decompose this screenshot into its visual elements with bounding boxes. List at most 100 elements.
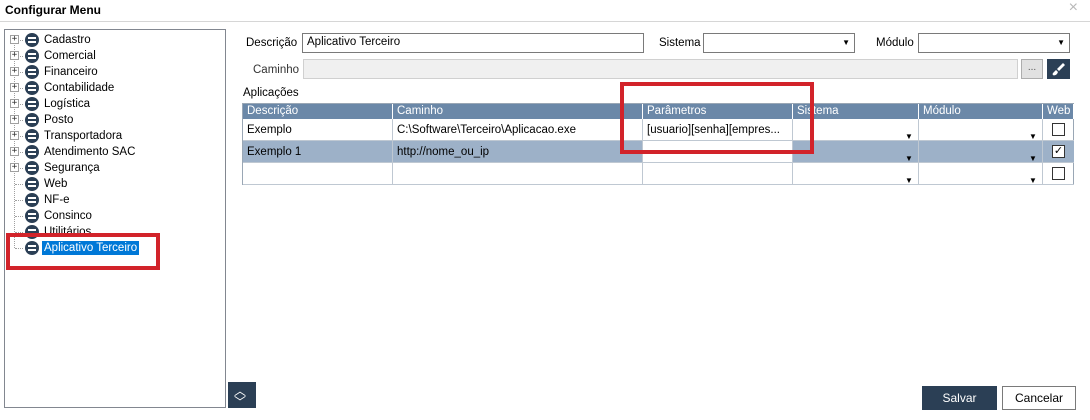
chevron-down-icon: ▼	[842, 38, 850, 47]
tree-item-financeiro[interactable]: + Financeiro	[5, 64, 223, 80]
tree-item-posto[interactable]: + Posto	[5, 112, 223, 128]
modulo-label: Módulo	[876, 37, 914, 49]
web-checkbox[interactable]: ✓	[1052, 145, 1065, 158]
cell-modulo[interactable]: ▼	[919, 163, 1043, 185]
cell-descricao[interactable]	[243, 163, 393, 185]
tree-connector-line	[15, 216, 23, 217]
chevron-down-icon: ﹀	[234, 395, 247, 409]
sistema-label: Sistema	[659, 37, 701, 49]
tree-connector-line	[15, 184, 23, 185]
cell-web[interactable]: ✓	[1043, 141, 1074, 163]
web-checkbox[interactable]	[1052, 123, 1065, 136]
title-separator	[0, 21, 1090, 22]
chevron-down-icon: ▼	[905, 176, 913, 185]
menu-node-icon	[25, 65, 39, 79]
column-header-caminho[interactable]: Caminho	[393, 104, 643, 119]
tree-item-label: Contabilidade	[44, 82, 115, 94]
expand-icon[interactable]: +	[10, 163, 19, 172]
cell-descricao[interactable]: Exemplo	[243, 119, 393, 141]
tree-item-consinco[interactable]: Consinco	[5, 208, 223, 224]
column-header-descricao[interactable]: Descrição	[243, 104, 393, 119]
expand-icon[interactable]: +	[10, 147, 19, 156]
expand-icon[interactable]: +	[10, 35, 19, 44]
tree-item-label: NF-e	[44, 194, 70, 206]
collapse-toggle-button[interactable]: ︿ ﹀	[228, 382, 256, 409]
expand-icon[interactable]: +	[10, 67, 19, 76]
menu-node-icon	[25, 209, 39, 223]
expand-icon[interactable]: +	[10, 115, 19, 124]
window-title: Configurar Menu	[5, 3, 101, 17]
chevron-down-icon: ▼	[905, 132, 913, 141]
tree-item-atendimento-sac[interactable]: + Atendimento SAC	[5, 144, 223, 160]
menu-tree[interactable]: + Cadastro + Comercial + Financeiro + Contabili…	[4, 29, 226, 408]
chevron-down-icon: ▼	[1057, 38, 1065, 47]
clear-button[interactable]	[1047, 59, 1070, 79]
cell-sistema[interactable]: ▼	[793, 163, 919, 185]
tree-item-web[interactable]: Web	[5, 176, 223, 192]
tree-item-cadastro[interactable]: + Cadastro	[5, 32, 223, 48]
cell-caminho[interactable]: C:\Software\Terceiro\Aplicacao.exe	[393, 119, 643, 141]
tree-item-log-stica[interactable]: + Logística	[5, 96, 223, 112]
cell-web[interactable]	[1043, 119, 1074, 141]
cell-web[interactable]	[1043, 163, 1074, 185]
chevron-down-icon: ▼	[1029, 176, 1037, 185]
menu-node-icon	[25, 145, 39, 159]
menu-node-icon	[25, 33, 39, 47]
menu-node-icon	[25, 177, 39, 191]
tree-item-label: Atendimento SAC	[44, 146, 136, 158]
tree-item-label: Cadastro	[44, 34, 91, 46]
tree-item-nf-e[interactable]: NF-e	[5, 192, 223, 208]
title-bar: Configurar Menu ×	[0, 0, 1090, 22]
tree-connector-line	[15, 200, 23, 201]
sistema-select[interactable]: ▼	[703, 33, 855, 53]
expand-icon[interactable]: +	[10, 99, 19, 108]
brush-icon	[1052, 63, 1065, 76]
chevron-down-icon: ▼	[905, 154, 913, 163]
expand-icon[interactable]: +	[10, 131, 19, 140]
menu-node-icon	[25, 161, 39, 175]
cancel-button[interactable]: Cancelar	[1002, 386, 1076, 410]
cell-modulo[interactable]: ▼	[919, 141, 1043, 163]
save-button[interactable]: Salvar	[922, 386, 997, 410]
tree-item-label: Consinco	[44, 210, 92, 222]
tree-item-label: Segurança	[44, 162, 100, 174]
expand-icon[interactable]: +	[10, 83, 19, 92]
tree-item-label: Web	[44, 178, 68, 190]
tree-item-transportadora[interactable]: + Transportadora	[5, 128, 223, 144]
cell-modulo[interactable]: ▼	[919, 119, 1043, 141]
close-icon[interactable]: ×	[1069, 0, 1078, 17]
tree-item-contabilidade[interactable]: + Contabilidade	[5, 80, 223, 96]
menu-node-icon	[25, 49, 39, 63]
menu-node-icon	[25, 97, 39, 111]
cell-parametros[interactable]	[643, 163, 793, 185]
cell-caminho[interactable]	[393, 163, 643, 185]
tree-item-label: Posto	[44, 114, 74, 126]
cell-descricao[interactable]: Exemplo 1	[243, 141, 393, 163]
tree-item-seguran-a[interactable]: + Segurança	[5, 160, 223, 176]
highlight-box-parametros	[620, 82, 814, 154]
cell-caminho[interactable]: http://nome_ou_ip	[393, 141, 643, 163]
caminho-input[interactable]	[303, 59, 1018, 79]
tree-item-label: Comercial	[44, 50, 96, 62]
tree-item-label: Logística	[44, 98, 91, 110]
menu-node-icon	[25, 129, 39, 143]
highlight-box-tree	[6, 233, 160, 270]
column-header-modulo[interactable]: Módulo	[919, 104, 1043, 119]
web-checkbox[interactable]	[1052, 167, 1065, 180]
chevron-down-icon: ▼	[1029, 132, 1037, 141]
aplicacoes-label: Aplicações	[243, 87, 299, 99]
browse-button[interactable]: ...	[1021, 59, 1043, 79]
column-header-web[interactable]: Web	[1043, 104, 1074, 119]
descricao-label: Descrição	[246, 37, 298, 49]
caminho-label: Caminho	[253, 64, 300, 76]
menu-node-icon	[25, 81, 39, 95]
chevron-down-icon: ▼	[1029, 154, 1037, 163]
tree-item-comercial[interactable]: + Comercial	[5, 48, 223, 64]
tree-item-label: Transportadora	[44, 130, 123, 142]
tree-item-label: Financeiro	[44, 66, 98, 78]
modulo-select[interactable]: ▼	[918, 33, 1070, 53]
descricao-input[interactable]: Aplicativo Terceiro	[302, 33, 644, 53]
expand-icon[interactable]: +	[10, 51, 19, 60]
menu-node-icon	[25, 113, 39, 127]
menu-node-icon	[25, 193, 39, 207]
